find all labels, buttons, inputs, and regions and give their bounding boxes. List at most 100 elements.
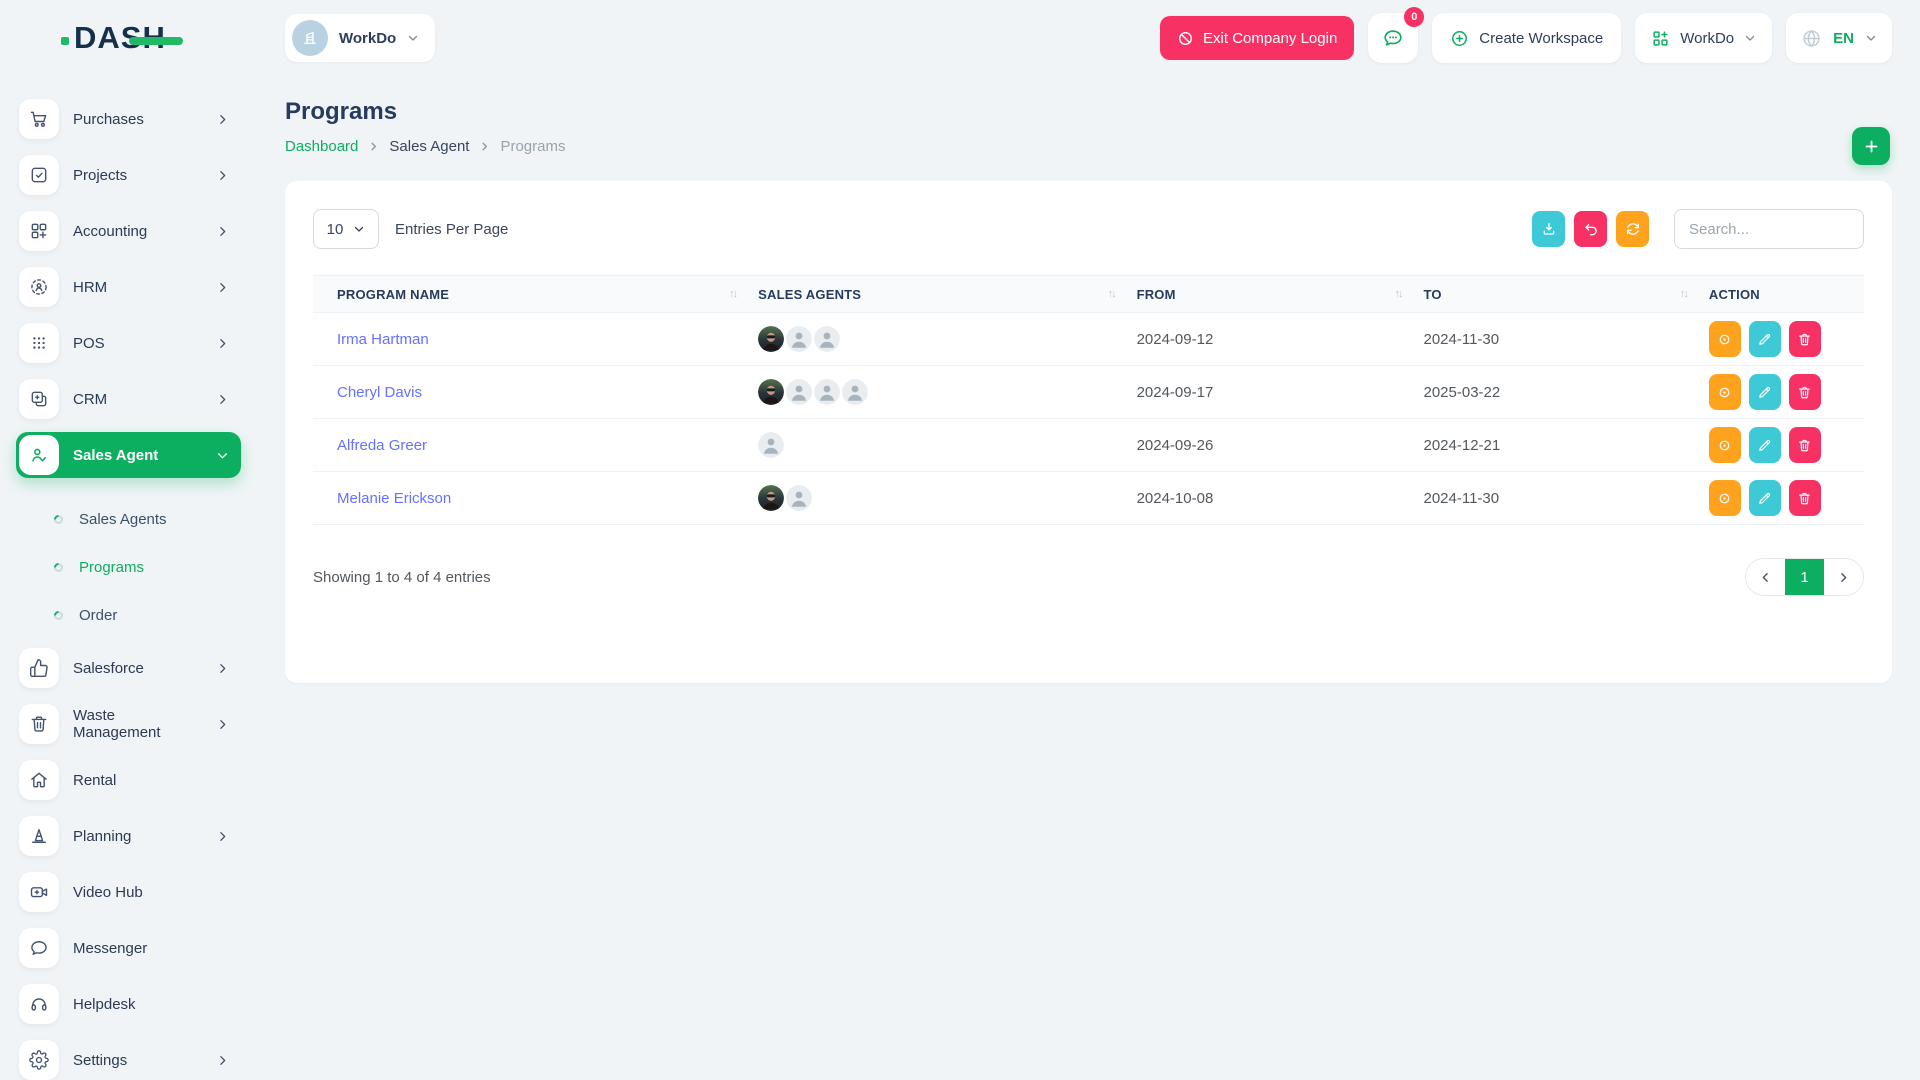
entries-per-page-select[interactable]: 10 [313, 209, 379, 249]
sidebar-item-crm[interactable]: CRM [16, 376, 241, 422]
add-program-button[interactable] [1852, 127, 1890, 165]
table-row: Alfreda Greer 2024-09-26 2024-12-21 [313, 419, 1864, 472]
toolbar-buttons [1532, 209, 1864, 249]
agent-placeholder-avatar [786, 379, 812, 405]
breadcrumb-dashboard-link[interactable]: Dashboard [285, 138, 358, 155]
exit-company-login-button[interactable]: Exit Company Login [1160, 16, 1354, 60]
edit-button[interactable] [1749, 427, 1781, 463]
sidebar-item-video-hub[interactable]: Video Hub [16, 869, 241, 915]
sidebar-item-sales-agent[interactable]: Sales Agent [16, 432, 241, 478]
pagination-prev-button[interactable] [1746, 558, 1785, 596]
table-row: Irma Hartman 2024-09-12 2024-11-30 [313, 313, 1864, 366]
sidebar-item-waste-management[interactable]: Waste Management [16, 701, 241, 747]
cone-icon [19, 816, 59, 856]
logo-dot-icon [61, 37, 69, 45]
sidebar-item-planning[interactable]: Planning [16, 813, 241, 859]
undo-button[interactable] [1574, 211, 1607, 247]
program-name-link[interactable]: Alfreda Greer [337, 437, 427, 454]
column-header-from[interactable]: FROM↑↓ [1137, 276, 1424, 313]
agent-placeholder-avatar [786, 485, 812, 511]
view-button[interactable] [1709, 427, 1741, 463]
sidebar-item-settings[interactable]: Settings [16, 1037, 241, 1080]
column-header-program-name[interactable]: PROGRAM NAME↑↓ [313, 276, 758, 313]
sidebar-item-messenger[interactable]: Messenger [16, 925, 241, 971]
chevron-right-icon [216, 393, 229, 406]
refresh-icon [1625, 221, 1641, 237]
sidebar-item-salesforce[interactable]: Salesforce [16, 645, 241, 691]
column-header-action: ACTION [1709, 276, 1864, 313]
eye-icon [1717, 332, 1732, 347]
page-title: Programs [285, 98, 1892, 126]
sales-agents-avatars [758, 485, 1136, 511]
sidebar-item-helpdesk[interactable]: Helpdesk [16, 981, 241, 1027]
overlapping-squares-icon [19, 379, 59, 419]
column-header-sales-agents[interactable]: SALES AGENTS↑↓ [758, 276, 1136, 313]
pagination-page-1[interactable]: 1 [1785, 558, 1824, 596]
sidebar-item-hrm[interactable]: HRM [16, 264, 241, 310]
view-button[interactable] [1709, 374, 1741, 410]
sales-agents-avatars [758, 432, 1136, 458]
to-date: 2024-12-21 [1423, 419, 1708, 472]
edit-button[interactable] [1749, 374, 1781, 410]
from-date: 2024-09-12 [1137, 313, 1424, 366]
plus-icon [1863, 138, 1880, 155]
chevron-left-icon [1759, 571, 1772, 584]
building-icon [292, 20, 328, 56]
app-root: DASH Purchases Projects Accounting [0, 0, 1920, 1080]
delete-button[interactable] [1789, 480, 1821, 516]
delete-button[interactable] [1789, 374, 1821, 410]
view-button[interactable] [1709, 480, 1741, 516]
agent-placeholder-avatar [842, 379, 868, 405]
sidebar: DASH Purchases Projects Accounting [0, 0, 257, 1080]
delete-button[interactable] [1789, 321, 1821, 357]
column-header-to[interactable]: TO↑↓ [1423, 276, 1708, 313]
chevron-right-icon [216, 225, 229, 238]
sidebar-item-accounting[interactable]: Accounting [16, 208, 241, 254]
refresh-button[interactable] [1616, 211, 1649, 247]
sidebar-item-pos[interactable]: POS [16, 320, 241, 366]
create-workspace-button[interactable]: Create Workspace [1432, 13, 1621, 63]
edit-button[interactable] [1749, 321, 1781, 357]
eye-icon [1717, 438, 1732, 453]
sort-icon: ↑↓ [729, 288, 736, 300]
grid-plus-icon [1651, 29, 1670, 48]
eye-icon [1717, 491, 1732, 506]
view-button[interactable] [1709, 321, 1741, 357]
chevron-right-icon [216, 662, 229, 675]
chevron-right-icon [216, 718, 229, 731]
workspace-selector[interactable]: WorkDo [285, 14, 435, 62]
showing-entries-text: Showing 1 to 4 of 4 entries [313, 569, 491, 586]
sidebar-item-rental[interactable]: Rental [16, 757, 241, 803]
table-body: Irma Hartman 2024-09-12 2024-11-30 Chery… [313, 313, 1864, 525]
undo-arrow-icon [1583, 221, 1599, 237]
chevron-right-icon [216, 281, 229, 294]
submenu-item-sales-agents[interactable]: Sales Agents [16, 495, 241, 543]
messages-button[interactable]: 0 [1368, 13, 1418, 63]
topbar: WorkDo Exit Company Login 0 Create Works… [257, 0, 1920, 76]
search-input[interactable] [1674, 209, 1864, 249]
program-name-link[interactable]: Cheryl Davis [337, 384, 422, 401]
submenu-item-programs[interactable]: Programs [16, 543, 241, 591]
table-header-row: PROGRAM NAME↑↓ SALES AGENTS↑↓ FROM↑↓ TO↑… [313, 276, 1864, 313]
chevron-right-icon [216, 1054, 229, 1067]
workspace-dropdown[interactable]: WorkDo [1635, 13, 1772, 63]
language-selector[interactable]: EN [1786, 13, 1892, 63]
program-name-link[interactable]: Irma Hartman [337, 331, 429, 348]
program-name-link[interactable]: Melanie Erickson [337, 490, 451, 507]
dots-grid-icon [19, 323, 59, 363]
pagination-next-button[interactable] [1824, 558, 1863, 596]
to-date: 2025-03-22 [1423, 366, 1708, 419]
sidebar-item-purchases[interactable]: Purchases [16, 96, 241, 142]
sidebar-item-projects[interactable]: Projects [16, 152, 241, 198]
breadcrumb-current: Programs [500, 138, 565, 155]
programs-table: PROGRAM NAME↑↓ SALES AGENTS↑↓ FROM↑↓ TO↑… [313, 275, 1864, 525]
submenu-item-order[interactable]: Order [16, 591, 241, 639]
app-logo[interactable]: DASH [74, 20, 166, 56]
delete-button[interactable] [1789, 427, 1821, 463]
chevron-down-icon [1744, 32, 1756, 44]
person-check-icon [19, 435, 59, 475]
eye-icon [1717, 385, 1732, 400]
chevron-down-icon [353, 223, 365, 235]
edit-button[interactable] [1749, 480, 1781, 516]
export-download-button[interactable] [1532, 211, 1565, 247]
